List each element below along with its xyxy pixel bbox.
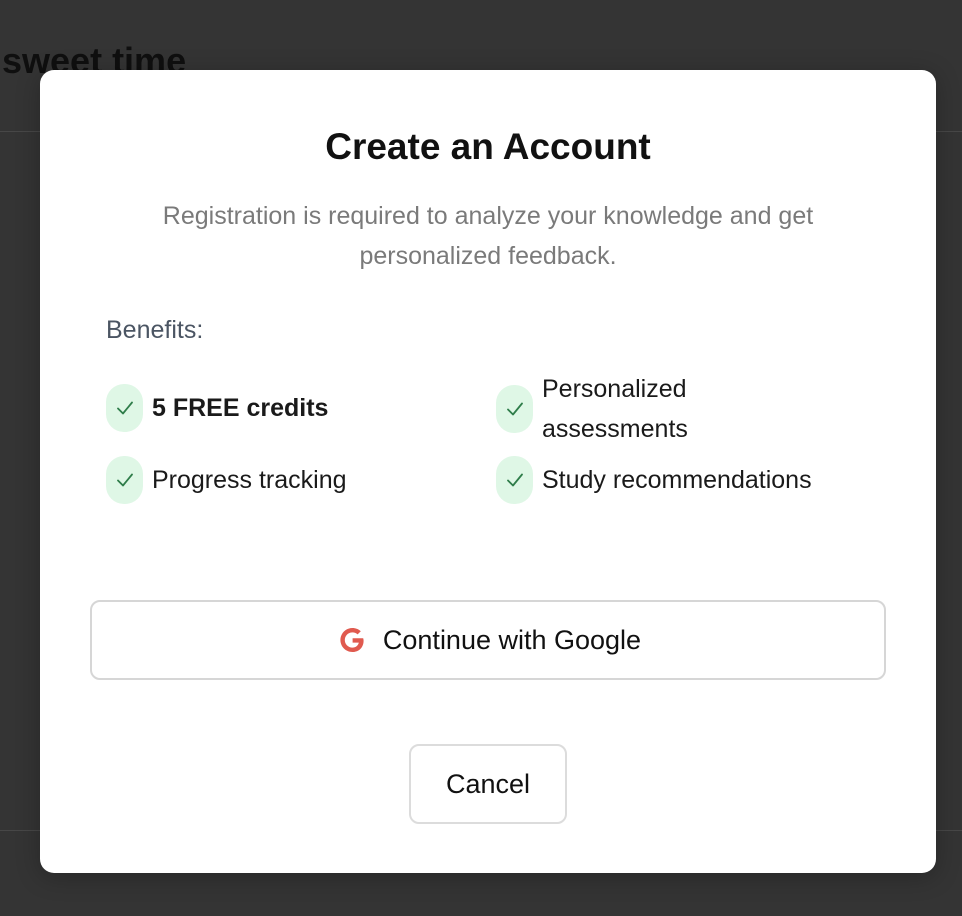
- cancel-button[interactable]: Cancel: [409, 744, 567, 824]
- benefit-label: Personalized assessments: [542, 375, 688, 443]
- dialog-title: Create an Account: [325, 126, 651, 167]
- google-button-label: Continue with Google: [382, 624, 642, 655]
- benefit-item-free-credits: 5 FREE credits: [106, 384, 328, 432]
- benefit-item-study-recommendations: Study recommendations: [496, 456, 812, 504]
- google-icon: [335, 623, 369, 657]
- dialog-subtitle: Registration is required to analyze your…: [162, 202, 814, 270]
- checkmark-icon: [496, 385, 533, 433]
- benefit-label: Study recommendations: [542, 466, 812, 494]
- benefit-item-personalized-assessments: Personalized assessments: [496, 369, 802, 449]
- checkmark-icon: [106, 384, 143, 432]
- continue-with-google-button[interactable]: Continue with Google: [90, 600, 886, 680]
- benefit-label: Progress tracking: [152, 466, 347, 494]
- checkmark-icon: [106, 456, 143, 504]
- create-account-dialog: Create an Account Registration is requir…: [40, 70, 936, 873]
- checkmark-icon: [496, 456, 533, 504]
- benefits-heading: Benefits:: [106, 316, 204, 344]
- benefit-item-progress-tracking: Progress tracking: [106, 456, 347, 504]
- benefit-label: 5 FREE credits: [152, 394, 329, 422]
